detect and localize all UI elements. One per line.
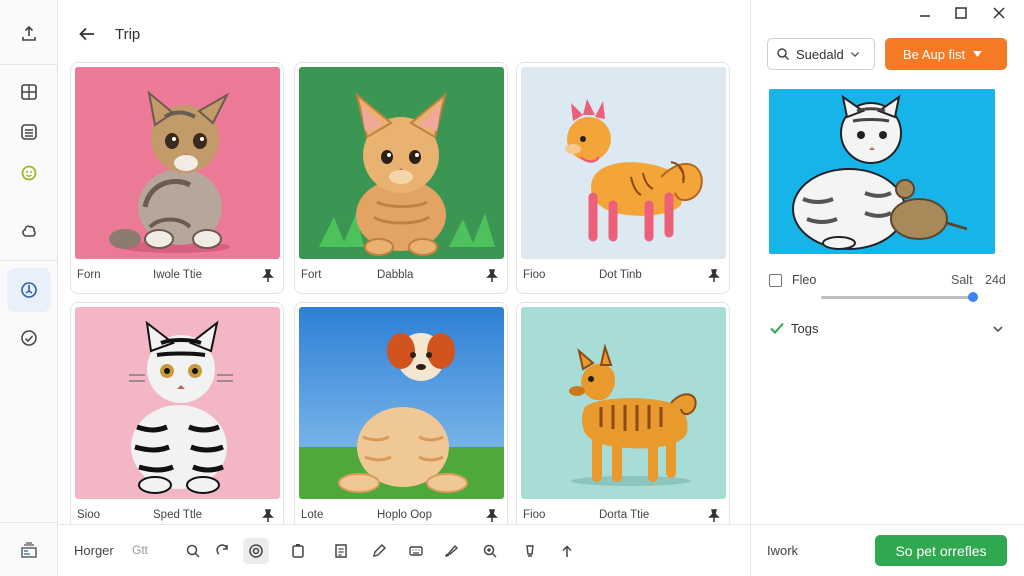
kitten-striped-image	[75, 307, 280, 499]
filter-checkbox[interactable]	[769, 274, 782, 287]
slider-label: Salt	[951, 273, 973, 287]
card-key: Lote	[301, 509, 324, 521]
check-circle-icon[interactable]	[7, 318, 51, 358]
zoom-out-icon[interactable]	[180, 538, 206, 564]
maximize-icon[interactable]	[951, 5, 971, 21]
page-title: Trip	[115, 26, 141, 43]
pin-icon[interactable]	[261, 269, 275, 283]
keyboard-icon[interactable]	[403, 538, 429, 564]
pin-icon[interactable]	[707, 269, 721, 283]
pin-icon[interactable]	[485, 509, 499, 523]
kitten-ginger-image	[299, 67, 504, 259]
apply-button[interactable]: So pet orrefles	[875, 535, 1007, 566]
image-card[interactable]: Sioo Sped Ttle	[70, 302, 284, 534]
fox-dog-image	[521, 67, 726, 259]
zoom-in-icon[interactable]	[477, 538, 503, 564]
card-title: Iwole Ttie	[153, 269, 203, 281]
value-slider[interactable]	[821, 292, 978, 302]
caret-down-icon	[973, 51, 983, 57]
close-icon[interactable]	[989, 5, 1009, 21]
toolbar-sublabel: Gtt	[132, 543, 149, 557]
image-card[interactable]: Lote Hoplo Oop	[294, 302, 508, 534]
back-arrow-icon[interactable]	[76, 24, 98, 44]
filter-row: Fleo Salt 24d	[769, 273, 1006, 289]
select-value: Suedald	[796, 46, 844, 62]
image-card[interactable]: Fioo Dot Tinb	[516, 62, 730, 294]
grid-icon[interactable]	[7, 72, 51, 112]
card-title: Hoplo Oop	[377, 509, 432, 521]
document-icon[interactable]	[328, 538, 354, 564]
pin-icon[interactable]	[261, 509, 275, 523]
pin-icon[interactable]	[707, 509, 721, 523]
minimize-icon[interactable]	[915, 5, 935, 21]
gallery-icon[interactable]	[7, 530, 51, 570]
kitten-tabby-image	[75, 67, 280, 259]
primary-orange-button[interactable]: Be Aup fist	[885, 38, 1007, 70]
lamp-icon[interactable]	[517, 538, 543, 564]
card-key: Fort	[301, 269, 322, 281]
puzzle-icon[interactable]	[7, 210, 51, 250]
card-title: Dabbla	[377, 269, 414, 281]
card-key: Fioo	[523, 509, 546, 521]
pin-icon[interactable]	[485, 269, 499, 283]
target-icon[interactable]	[243, 538, 269, 564]
chevron-down-icon	[993, 326, 1003, 333]
pen-icon[interactable]	[366, 538, 392, 564]
image-card[interactable]: Fioo Dorta Ttie	[516, 302, 730, 534]
right-panel: Suedald Be Aup fist Fleo Salt 24d Togs I…	[750, 0, 1024, 576]
card-key: Fioo	[523, 269, 546, 281]
image-card[interactable]: Fort Dabbla	[294, 62, 508, 294]
checkmark-icon	[770, 322, 784, 334]
card-key: Forn	[77, 269, 101, 281]
filter-label: Fleo	[792, 273, 817, 287]
clipboard-icon[interactable]	[285, 538, 311, 564]
puppy-meadow-image	[299, 307, 504, 499]
share-icon[interactable]	[554, 538, 580, 564]
tags-section[interactable]: Togs	[769, 320, 1005, 338]
card-title: Dorta Ttie	[599, 509, 650, 521]
emoji-icon[interactable]	[7, 152, 51, 192]
panel-footer: Iwork So pet orrefles	[751, 524, 1024, 576]
tiger-dog-image	[521, 307, 726, 499]
sync-icon[interactable]	[7, 268, 51, 312]
slider-handle[interactable]	[968, 292, 978, 302]
orange-button-label: Be Aup fist	[903, 46, 966, 62]
slider-value: 24d	[985, 273, 1006, 287]
preview-image	[769, 89, 995, 254]
redo-icon[interactable]	[210, 538, 236, 564]
image-card[interactable]: Forn Iwole Ttie	[70, 62, 284, 294]
bottom-toolbar: Horger Gtt	[58, 524, 750, 576]
card-key: Sioo	[77, 509, 101, 521]
tags-label: Togs	[791, 321, 819, 336]
search-icon	[777, 48, 790, 61]
card-title: Sped Ttle	[153, 509, 203, 521]
list-icon[interactable]	[7, 112, 51, 152]
chevron-down-icon	[850, 52, 859, 57]
upload-icon[interactable]	[7, 14, 51, 54]
toolbar-label: Horger	[74, 543, 114, 558]
left-rail	[0, 0, 58, 576]
brush-icon[interactable]	[438, 538, 464, 564]
card-title: Dot Tinb	[599, 269, 642, 281]
footer-label: Iwork	[767, 543, 799, 558]
standard-select[interactable]: Suedald	[767, 38, 875, 70]
